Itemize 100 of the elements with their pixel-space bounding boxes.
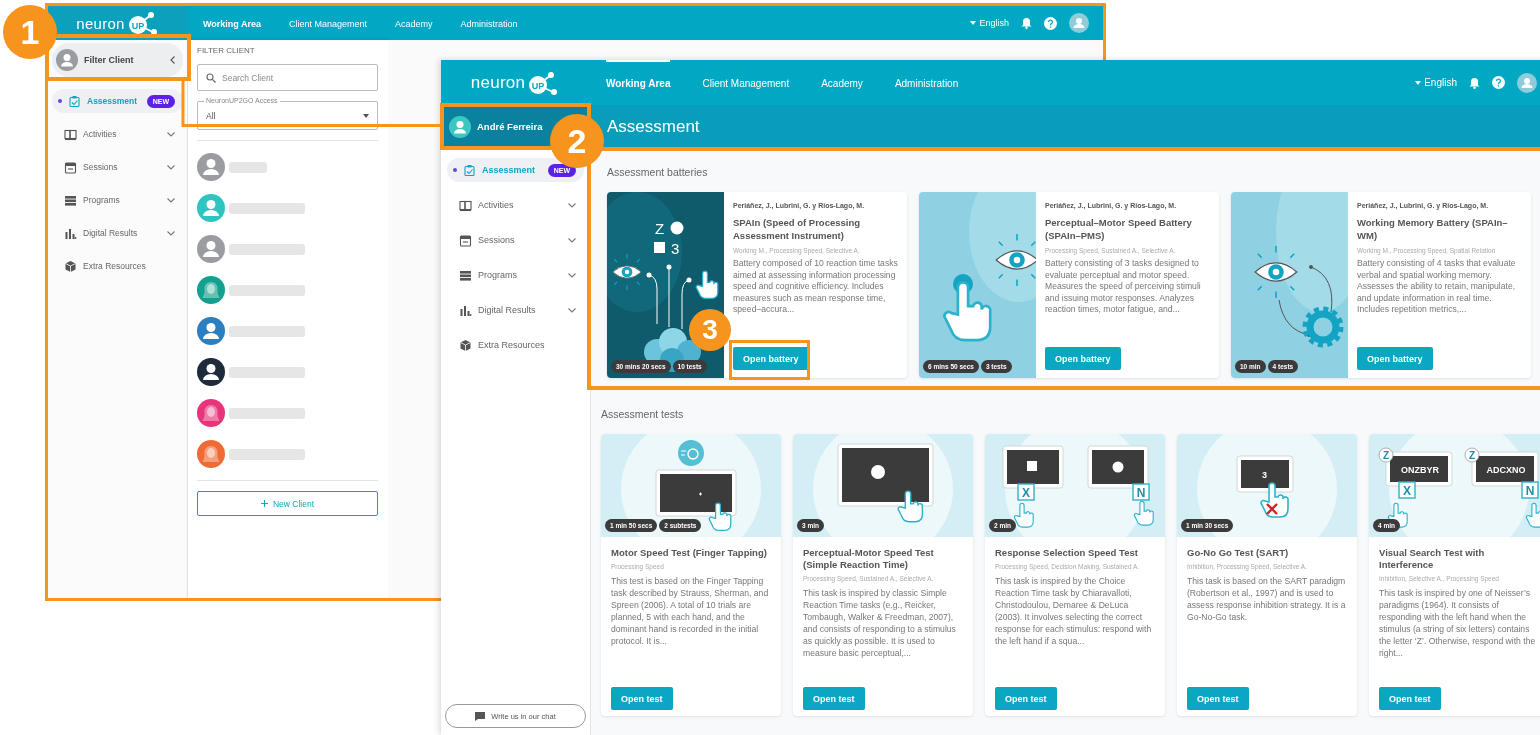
help-icon[interactable] — [1492, 76, 1505, 89]
card-title: Response Selection Speed Test — [995, 547, 1139, 559]
card-description: This test is based on the Finger Tapping task described by Strauss, Sherman, and Spreen (2006). A total of 10 trials are planned, 5 with each hand, and the dominant hand is recorded in the initial protocol. It is... — [611, 575, 770, 647]
open-test-button[interactable]: Open test — [1187, 687, 1249, 710]
clipboard-check-icon — [463, 163, 476, 177]
sidebar-item[interactable]: Digital Results — [52, 221, 183, 245]
open-battery-button[interactable]: Open battery — [733, 347, 809, 370]
open-test-button[interactable]: Open test — [1379, 687, 1441, 710]
client-avatar-icon — [197, 194, 225, 222]
chat-bubble-icon — [475, 711, 486, 721]
logo-mark-text: UP — [532, 80, 545, 90]
search-field[interactable]: Search Client — [197, 64, 378, 91]
help-icon[interactable] — [1044, 16, 1057, 30]
person-avatar-icon — [449, 115, 471, 138]
bell-icon[interactable] — [1469, 76, 1480, 89]
nav-tab[interactable]: Client Management — [702, 60, 790, 105]
user-avatar-icon[interactable] — [1517, 72, 1537, 93]
logo-text: neuron — [470, 72, 526, 93]
card-description: Battery consisting of 4 tasks that evaluate verbal and spatial working memory. Assesses the ability to retain, manipulate, and update information in real time. Includes repetition metrics,... — [1357, 258, 1517, 316]
card-description: This task is inspired by classic Simple Reaction Time tasks (e.g., Reicker, Tombaugh, Walker & Freedman, 2007), and consists of responding to a stimulus as quickly as possible. It is used to measure basic perceptual,... — [803, 587, 957, 659]
language-selector[interactable]: English — [1415, 77, 1457, 88]
card-description: Battery consisting of 3 tasks designed to evaluate perceptual and motor speed. Measures the speed of perceiving stimuli and issuing motor responses. Analyzes reaction times, motor fatigue, and... — [1045, 258, 1202, 316]
sidebar-item[interactable]: Activities — [52, 122, 183, 146]
person-avatar-icon — [56, 49, 78, 71]
card-title: Go-No Go Test (SART) — [1187, 547, 1290, 559]
open-test-button[interactable]: Open test — [803, 687, 865, 710]
calendar-icon — [459, 233, 472, 247]
plus-icon — [260, 500, 268, 507]
card-title: Perceptual–Motor Speed Battery (SPAIn–PMS) — [1045, 216, 1193, 242]
search-icon — [206, 72, 216, 83]
chevron-down-icon — [167, 197, 175, 203]
key-label: X — [1022, 485, 1030, 500]
nav-tab[interactable]: Administration — [894, 60, 959, 105]
nav-tab[interactable]: Client Management — [289, 6, 368, 40]
section-heading: Assessment tests — [601, 408, 684, 420]
chevron-down-icon — [568, 307, 576, 313]
symbol-label: 3 — [671, 240, 680, 257]
name-placeholder — [229, 161, 267, 173]
molecule-logo-icon — [128, 12, 157, 35]
sidebar-item[interactable]: Extra Resources — [447, 333, 584, 357]
client-avatar-icon — [197, 153, 225, 181]
nav-tab[interactable]: Academy — [395, 6, 433, 40]
clipboard-check-icon — [68, 94, 81, 108]
cube-icon — [459, 338, 472, 352]
bar-chart-icon — [64, 226, 77, 240]
sidebar-item[interactable]: Programs — [52, 188, 183, 212]
calendar-icon — [64, 160, 77, 174]
sidebar-item[interactable]: Sessions — [447, 228, 584, 252]
card-title: Working Memory Battery (SPAIn–WM) — [1357, 216, 1509, 242]
book-icon — [459, 198, 472, 212]
new-client-button[interactable]: New Client — [197, 491, 378, 516]
sidebar-item[interactable]: Sessions — [52, 155, 183, 179]
sidebar-item[interactable]: Activities — [447, 193, 584, 217]
card-title: SPAIn (Speed of Processing Assessment Instrument) — [733, 216, 862, 242]
chevron-down-icon — [167, 131, 175, 137]
caret-icon — [363, 113, 369, 118]
nav-tab[interactable]: Academy — [821, 60, 863, 105]
logo-text: neuron — [76, 14, 125, 32]
card-title: Visual Search Test with Interference — [1379, 547, 1486, 571]
chevron-down-icon — [568, 272, 576, 278]
card-description: This task is inspired by the Choice Reaction Time task by Chiaravalloti, Christodoulou, Demaree & DeLuca (2003). It involves selecting the correct response for each stimulus: respond with the left hand if a squa... — [995, 575, 1153, 647]
card-title: Perceptual-Motor Speed Test (Simple Reaction Time) — [803, 547, 935, 571]
list-icon — [459, 268, 472, 282]
card-description: Battery composed of 10 reaction time tasks aimed at assessing information processing speed and cognitive efficiency. Includes measures such as mean response time, speed–accura... — [733, 258, 898, 316]
client-avatar-icon — [197, 276, 225, 304]
open-test-button[interactable]: Open test — [611, 687, 673, 710]
nav-tab[interactable]: Working Area — [203, 6, 261, 40]
open-battery-button[interactable]: Open battery — [1357, 347, 1433, 370]
screen-text: ADCXNO — [1486, 465, 1526, 475]
user-avatar-icon[interactable] — [1069, 13, 1089, 33]
client-selector[interactable]: Filter Client — [52, 43, 183, 77]
nav-tab[interactable]: Administration — [460, 6, 518, 40]
bar-chart-icon — [459, 303, 472, 317]
list-icon — [64, 193, 77, 207]
language-selector[interactable]: English — [970, 18, 1009, 28]
open-test-button[interactable]: Open test — [995, 687, 1057, 710]
active-dot-icon — [453, 168, 457, 172]
logo-mark-text: UP — [131, 20, 144, 31]
sidebar-item[interactable]: Extra Resources — [52, 254, 183, 278]
client-avatar-icon — [197, 358, 225, 386]
sidebar-item[interactable]: Programs — [447, 263, 584, 287]
bell-icon[interactable] — [1021, 17, 1032, 29]
card-description: This task is inspired by one of Neisser’s paradigms (1964). It consists of responding with the left hand when the stimulus (a string of six letters) contains the letter ‘Z’. Otherwise, respond with the right... — [1379, 587, 1537, 659]
active-dot-icon — [58, 99, 62, 103]
open-battery-button[interactable]: Open battery — [1045, 347, 1121, 370]
screen-text: 3 — [1262, 470, 1267, 480]
client-avatar-icon — [197, 235, 225, 263]
symbol-label: Z — [655, 220, 665, 237]
chevron-down-icon — [568, 202, 576, 208]
cube-icon — [64, 259, 77, 273]
sidebar-item[interactable]: Digital Results — [447, 298, 584, 322]
molecule-logo-icon — [529, 71, 558, 95]
key-label: N — [1525, 483, 1535, 498]
chevron-down-icon — [167, 230, 175, 236]
client-avatar-icon — [197, 440, 225, 468]
caret-icon — [1415, 80, 1422, 85]
key-label: X — [1403, 483, 1411, 498]
screen-text: ONZBYR — [1401, 465, 1439, 475]
client-avatar-icon — [197, 399, 225, 427]
chevron-left-icon — [170, 56, 175, 64]
